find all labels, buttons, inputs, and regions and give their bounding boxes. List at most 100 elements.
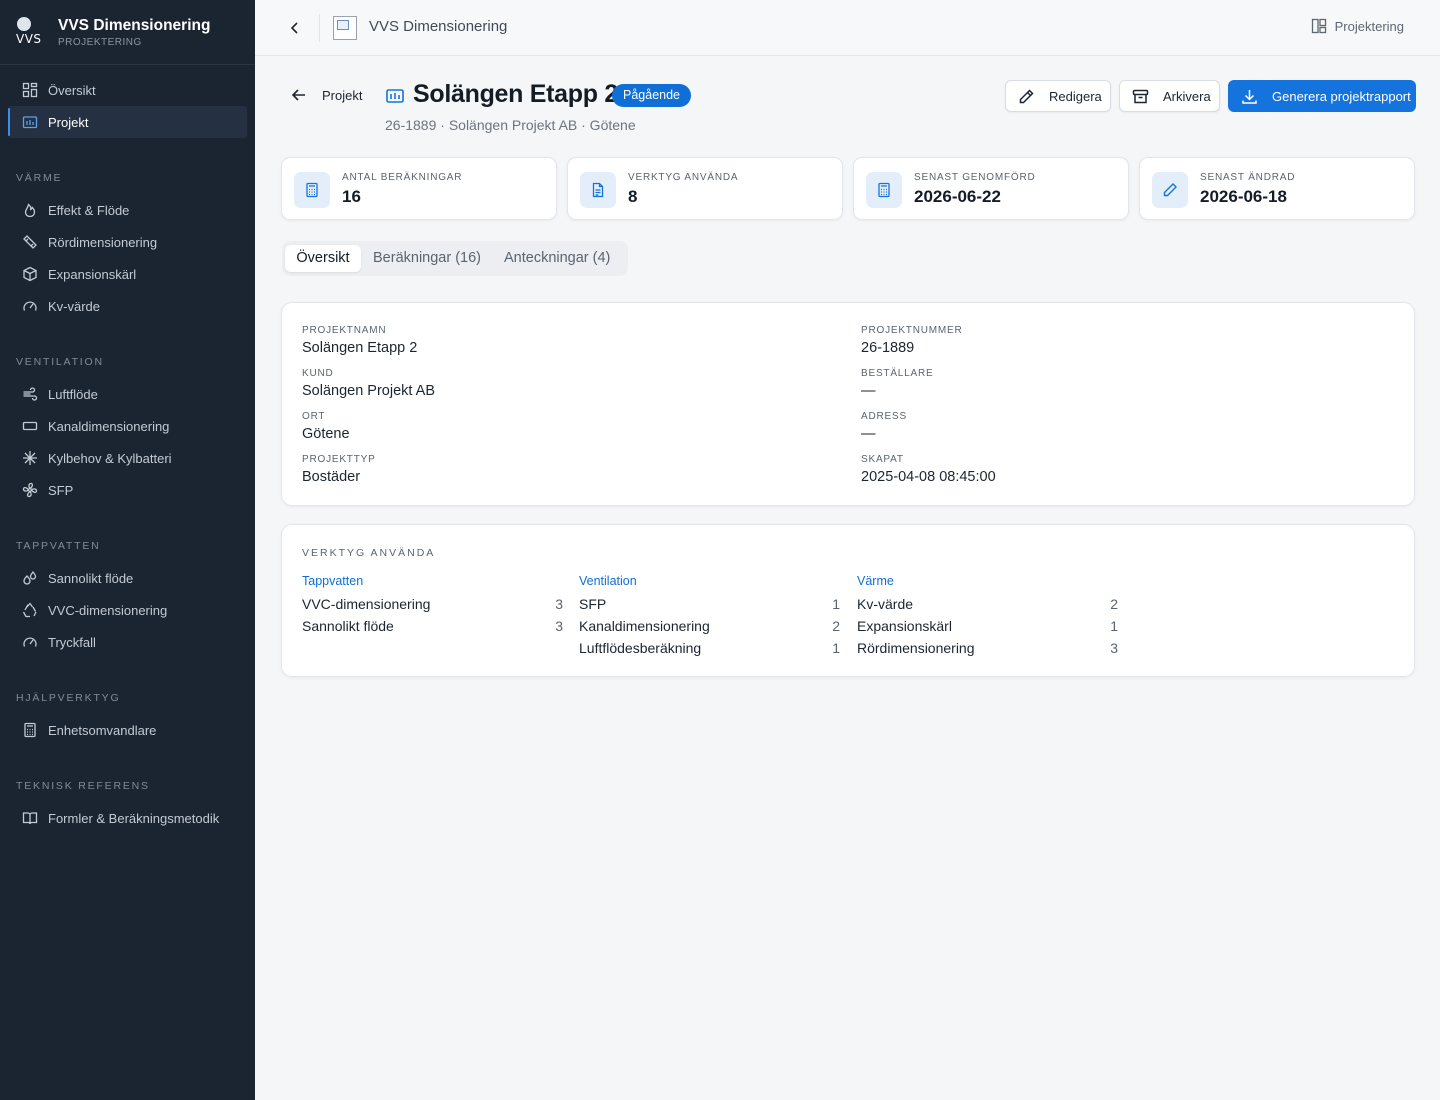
broken-image-icon	[333, 16, 357, 40]
calculator-icon	[294, 172, 330, 208]
tab-oversikt[interactable]: Översikt	[285, 245, 361, 272]
sidebar-item-kylbehov[interactable]: Kylbehov & Kylbatteri	[8, 442, 247, 474]
topbar: VVS Dimensionering Projektering	[255, 0, 1440, 56]
archive-icon	[1132, 89, 1149, 103]
field-value: Solängen Etapp 2	[302, 340, 418, 356]
tool-name: Kanaldimensionering	[579, 618, 710, 634]
sidebar-item-projekt[interactable]: Projekt	[8, 106, 247, 138]
sidebar-item-sannolikt-flode[interactable]: Sannolikt flöde	[8, 562, 247, 594]
sidebar-item-formler[interactable]: Formler & Beräkningsmetodik	[8, 802, 247, 834]
download-icon	[1242, 89, 1257, 104]
tool-group-heading: Tappvatten	[302, 574, 364, 588]
pencil-icon	[1152, 172, 1188, 208]
chevron-left-icon[interactable]	[285, 18, 305, 38]
tool-name: Kv-värde	[857, 596, 914, 612]
sidebar-item-kanaldimensionering[interactable]: Kanaldimensionering	[8, 410, 247, 442]
tab-bar: Översikt Beräkningar (16) Anteckningar (…	[282, 241, 628, 276]
wind-icon	[22, 386, 38, 402]
topbar-divider	[319, 14, 320, 42]
field-label: SKAPAT	[861, 454, 904, 465]
stat-card-last-modified: SENAST ÄNDRAD 2026-06-18	[1139, 157, 1415, 220]
tool-count: 1	[1110, 618, 1118, 634]
workspace-switch[interactable]: Projektering	[1311, 18, 1404, 34]
fan-icon	[22, 482, 38, 498]
gauge-icon	[22, 298, 38, 314]
sidebar-item-sfp[interactable]: SFP	[8, 474, 247, 506]
topbar-title: VVS Dimensionering	[369, 18, 508, 35]
sidebar-item-oversikt[interactable]: Översikt	[8, 74, 247, 106]
field-label: ADRESS	[861, 411, 907, 422]
generate-report-button[interactable]: Generera projektrapport	[1228, 80, 1416, 112]
sidebar-item-tryckfall[interactable]: Tryckfall	[8, 626, 247, 658]
brand-subtitle: PROJEKTERING	[58, 36, 142, 48]
nav-section-varme: VÄRME	[16, 172, 63, 184]
nav-section-ventilation: VENTILATION	[16, 356, 104, 368]
duct-icon	[22, 418, 38, 434]
field-value: 26-1889	[861, 340, 915, 356]
tool-name: VVC-dimensionering	[302, 596, 431, 612]
brand-title: VVS Dimensionering	[58, 16, 211, 34]
droplets-icon	[22, 570, 38, 586]
brand[interactable]: VVS VVS Dimensionering PROJEKTERING	[0, 0, 255, 65]
sidebar-item-kv-varde[interactable]: Kv-värde	[8, 290, 247, 322]
tool-count: 1	[832, 640, 840, 656]
sidebar-item-expansionskarl[interactable]: Expansionskärl	[8, 258, 247, 290]
nav-section-teknisk-referens: TEKNISK REFERENS	[16, 780, 150, 792]
field-label: KUND	[302, 368, 334, 379]
sidebar-item-effekt-flode[interactable]: Effekt & Flöde	[8, 194, 247, 226]
stat-card-tools: VERKTYG ANVÄNDA 8	[567, 157, 843, 220]
archive-button[interactable]: Arkivera	[1119, 80, 1220, 112]
field-value: —	[861, 426, 876, 442]
field-label: PROJEKTTYP	[302, 454, 376, 465]
grid-icon	[22, 82, 38, 98]
back-to-projects[interactable]: Projekt	[290, 86, 362, 104]
tab-berakningar[interactable]: Beräkningar (16)	[373, 245, 481, 272]
tool-count: 3	[555, 596, 563, 612]
layout-icon	[1311, 18, 1326, 34]
arrow-left-icon	[291, 89, 305, 101]
nav-section-tappvatten: TAPPVATTEN	[16, 540, 101, 552]
tool-count: 1	[832, 596, 840, 612]
sidebar-item-rordimensionering[interactable]: Rördimensionering	[8, 226, 247, 258]
tool-name: Expansionskärl	[857, 618, 952, 634]
tool-name: SFP	[579, 596, 607, 612]
field-value: 2025-04-08 08:45:00	[861, 469, 996, 485]
field-value: —	[861, 383, 876, 399]
pencil-icon	[1019, 88, 1034, 103]
field-value: Götene	[302, 426, 350, 442]
edit-button[interactable]: Redigera	[1005, 80, 1111, 112]
tools-used-card: VERKTYG ANVÄNDA Tappvatten VVC-dimension…	[281, 524, 1415, 677]
calculator-icon	[22, 722, 38, 738]
folder-icon	[22, 114, 38, 130]
field-label: ORT	[302, 411, 326, 422]
tool-name: Rördimensionering	[857, 640, 975, 656]
field-label: BESTÄLLARE	[861, 368, 934, 379]
tool-name: Sannolikt flöde	[302, 618, 394, 634]
book-icon	[22, 810, 38, 826]
snowflake-icon	[22, 450, 38, 466]
tool-name: Luftflödesberäkning	[579, 640, 702, 656]
page-subtitle: 26-1889 · Solängen Projekt AB · Götene	[385, 117, 636, 133]
tool-group-heading: Ventilation	[579, 574, 637, 588]
sidebar-item-vvc-dimensionering[interactable]: VVC-dimensionering	[8, 594, 247, 626]
tool-count: 3	[555, 618, 563, 634]
sidebar-item-luftflode[interactable]: Luftflöde	[8, 378, 247, 410]
section-title: VERKTYG ANVÄNDA	[302, 547, 436, 559]
field-label: PROJEKTNUMMER	[861, 325, 963, 336]
stat-card-calculations: ANTAL BERÄKNINGAR 16	[281, 157, 557, 220]
sidebar: VVS VVS Dimensionering PROJEKTERING Över…	[0, 0, 255, 1100]
tool-count: 2	[832, 618, 840, 634]
brand-logo: VVS	[16, 17, 46, 47]
flame-icon	[22, 202, 38, 218]
box-icon	[22, 266, 38, 282]
pipe-icon	[22, 234, 38, 250]
recycle-icon	[22, 602, 38, 618]
sidebar-item-enhetsomvandlare[interactable]: Enhetsomvandlare	[8, 714, 247, 746]
project-info-card: PROJEKTNAMN Solängen Etapp 2 PROJEKTNUMM…	[281, 302, 1415, 506]
tab-anteckningar[interactable]: Anteckningar (4)	[504, 245, 610, 272]
gauge-icon	[22, 634, 38, 650]
project-icon	[385, 86, 405, 106]
field-label: PROJEKTNAMN	[302, 325, 387, 336]
file-icon	[580, 172, 616, 208]
field-value: Bostäder	[302, 469, 361, 485]
